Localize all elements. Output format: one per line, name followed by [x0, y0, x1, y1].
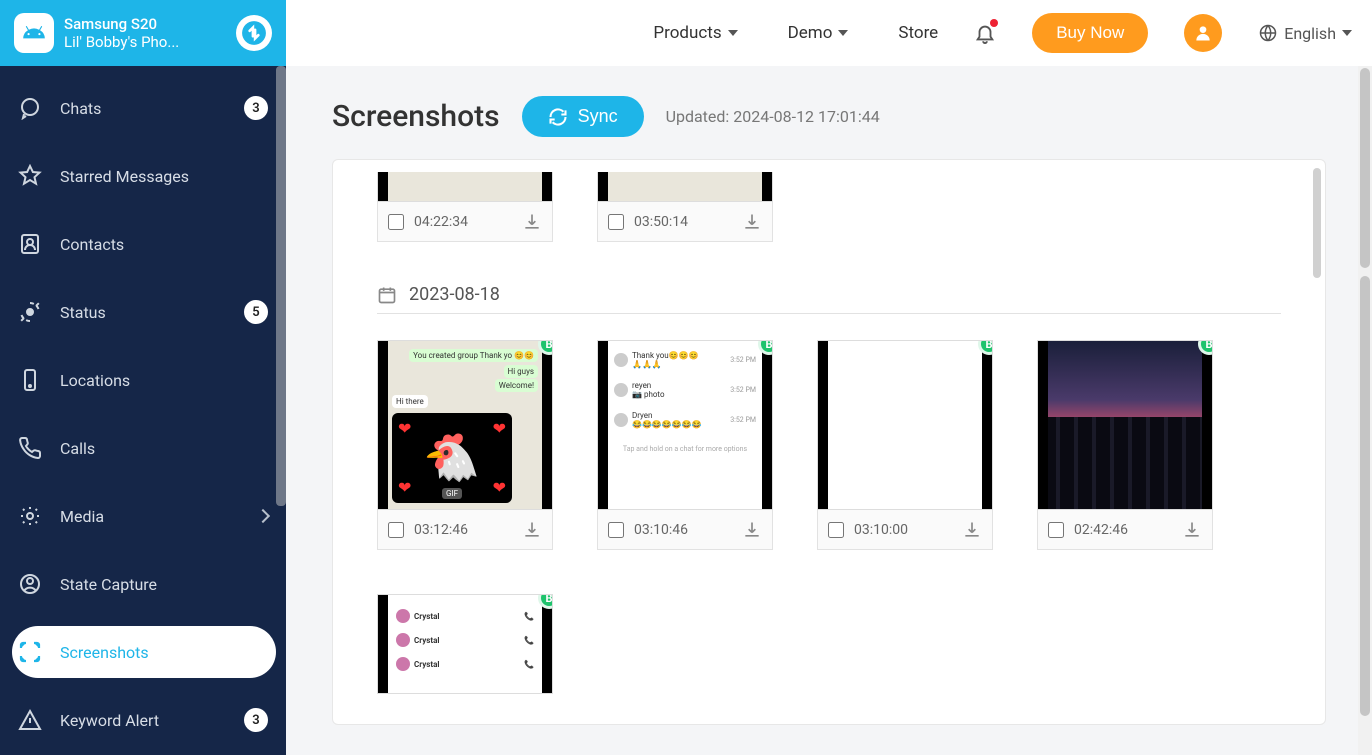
android-icon — [14, 13, 54, 53]
select-checkbox[interactable] — [608, 522, 624, 538]
download-button[interactable] — [742, 212, 762, 232]
content-scrollbar[interactable] — [1358, 66, 1372, 755]
sidebar-item-statecapture[interactable]: State Capture — [0, 550, 286, 618]
sidebar-item-screenshots[interactable]: Screenshots — [0, 618, 286, 686]
screenshot-tile[interactable]: B03:10:00 — [817, 340, 993, 550]
download-button[interactable] — [962, 520, 982, 540]
select-checkbox[interactable] — [1048, 522, 1064, 538]
tile-time: 03:10:00 — [854, 522, 952, 538]
sidebar-item-label: Keyword Alert — [60, 711, 226, 730]
download-button[interactable] — [522, 520, 542, 540]
select-checkbox[interactable] — [388, 522, 404, 538]
top-bar: Products Demo Store Buy Now — [286, 0, 1372, 66]
sidebar-item-label: Media — [60, 507, 240, 526]
topnav-store[interactable]: Store — [898, 23, 938, 43]
page-title: Screenshots — [332, 99, 500, 134]
sidebar-item-contacts[interactable]: Contacts — [0, 210, 286, 278]
topnav-label: Products — [653, 23, 721, 43]
badge: 3 — [244, 708, 268, 732]
buy-now-button[interactable]: Buy Now — [1032, 13, 1148, 53]
panel-scrollbar[interactable] — [1311, 168, 1321, 716]
select-checkbox[interactable] — [388, 214, 404, 230]
screenshot-tile[interactable]: B02:42:46 — [1037, 340, 1213, 550]
device-bar: Samsung S20 Lil' Bobby's Pho... — [0, 0, 286, 66]
date-label: 2023-08-18 — [409, 284, 500, 305]
topnav-demo[interactable]: Demo — [788, 23, 849, 43]
screenshot-tile[interactable]: You created group Thank yo 😊😊Hi guysWelc… — [377, 340, 553, 550]
date-separator: 2023-08-18 — [377, 284, 1281, 305]
chevron-down-icon — [728, 30, 738, 36]
sidebar-item-media[interactable]: Media — [0, 482, 286, 550]
sidebar-nav: Chats 3 Starred Messages Contacts Status 5 Loc… — [0, 66, 286, 755]
tile-time: 03:10:46 — [634, 522, 732, 538]
chevron-down-icon — [1342, 30, 1352, 36]
sidebar-item-label: State Capture — [60, 575, 268, 594]
chats-icon — [18, 96, 42, 120]
device-model: Samsung S20 — [64, 15, 226, 33]
sidebar-item-locations[interactable]: Locations — [0, 346, 286, 414]
sidebar: Samsung S20 Lil' Bobby's Pho... Chats 3 St… — [0, 0, 286, 755]
topnav-label: Demo — [788, 23, 833, 43]
sidebar-item-label: Screenshots — [60, 643, 268, 662]
tile-time: 02:42:46 — [1074, 522, 1172, 538]
badge: 5 — [244, 300, 268, 324]
media-icon — [18, 504, 42, 528]
sidebar-item-label: Contacts — [60, 235, 268, 254]
download-button[interactable] — [742, 520, 762, 540]
chevron-down-icon — [838, 30, 848, 36]
badge: 3 — [244, 96, 268, 120]
screenshot-tile[interactable]: Crystal 📞 Crystal 📞 Crystal 📞 B — [377, 594, 553, 694]
contacts-icon — [18, 232, 42, 256]
notifications-button[interactable] — [974, 21, 996, 45]
sidebar-item-keywordalert[interactable]: Keyword Alert 3 — [0, 686, 286, 754]
status-icon — [18, 300, 42, 324]
sync-icon — [548, 107, 568, 127]
download-button[interactable] — [522, 212, 542, 232]
select-checkbox[interactable] — [608, 214, 624, 230]
keywordalert-icon — [18, 708, 42, 732]
screenshots-panel: 04:22:34 03:50:14 2023-08-18 You created … — [332, 159, 1326, 725]
tile-time: 04:22:34 — [414, 214, 512, 230]
language-selector[interactable]: English — [1258, 23, 1352, 43]
topnav-label: Store — [898, 23, 938, 43]
divider — [377, 313, 1281, 314]
sidebar-item-label: Calls — [60, 439, 268, 458]
sidebar-item-label: Locations — [60, 371, 268, 390]
sync-button[interactable]: Sync — [522, 96, 644, 137]
select-checkbox[interactable] — [828, 522, 844, 538]
page-body: Screenshots Sync Updated: 2024-08-12 17:… — [286, 66, 1372, 755]
content-area: Products Demo Store Buy Now — [286, 0, 1372, 755]
calls-icon — [18, 436, 42, 460]
sidebar-item-label: Status — [60, 303, 226, 322]
updated-text: Updated: 2024-08-12 17:01:44 — [666, 107, 880, 126]
notification-dot — [990, 19, 998, 27]
sidebar-item-chats[interactable]: Chats 3 — [0, 74, 286, 142]
chevron-right-icon — [256, 509, 270, 523]
screenshot-tile[interactable]: 04:22:34 — [377, 172, 553, 242]
screenshot-tile[interactable]: 03:50:14 — [597, 172, 773, 242]
sidebar-item-label: Chats — [60, 99, 226, 118]
account-button[interactable] — [1184, 14, 1222, 52]
screenshot-tile[interactable]: Thank you😊😊😊🙏🙏🙏3:52 PMreyen📷 photo3:52 P… — [597, 340, 773, 550]
screenshots-icon — [18, 640, 42, 664]
sidebar-item-status[interactable]: Status 5 — [0, 278, 286, 346]
tile-time: 03:50:14 — [634, 214, 732, 230]
device-name: Lil' Bobby's Pho... — [64, 33, 226, 51]
starred-icon — [18, 164, 42, 188]
sidebar-item-starred[interactable]: Starred Messages — [0, 142, 286, 210]
language-label: English — [1284, 24, 1336, 43]
sync-label: Sync — [578, 106, 618, 127]
sidebar-item-label: Starred Messages — [60, 167, 268, 186]
locations-icon — [18, 368, 42, 392]
sidebar-item-calls[interactable]: Calls — [0, 414, 286, 482]
topnav-products[interactable]: Products — [653, 23, 737, 43]
download-button[interactable] — [1182, 520, 1202, 540]
tile-time: 03:12:46 — [414, 522, 512, 538]
calendar-icon — [377, 285, 397, 305]
swap-device-button[interactable] — [236, 15, 272, 51]
statecapture-icon — [18, 572, 42, 596]
